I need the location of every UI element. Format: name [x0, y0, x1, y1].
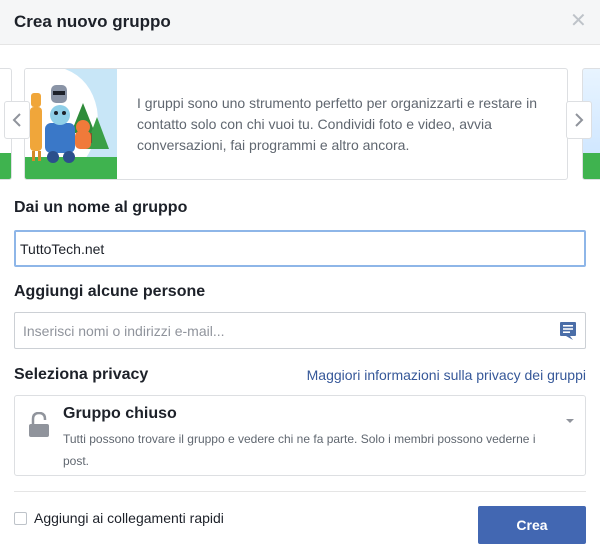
lock-icon [29, 412, 49, 437]
privacy-selected-title: Gruppo chiuso [63, 405, 177, 422]
dialog-title: Crea nuovo gruppo [14, 12, 171, 31]
add-people-label: Aggiungi alcune persone [14, 283, 206, 300]
chevron-down-icon[interactable] [565, 416, 575, 426]
privacy-info-link[interactable]: Maggiori informazioni sulla privacy dei … [307, 367, 586, 383]
carousel-description: I gruppi sono uno strumento perfetto per… [137, 95, 537, 153]
add-people-field[interactable] [14, 312, 586, 349]
carousel-card: I gruppi sono uno strumento perfetto per… [24, 68, 568, 180]
group-name-input[interactable] [14, 230, 586, 267]
shortcut-checkbox[interactable] [14, 511, 27, 525]
footer-divider [14, 491, 586, 492]
chevron-right-icon[interactable] [566, 101, 592, 139]
chevron-left-icon[interactable] [4, 101, 30, 139]
shortcut-option[interactable]: Aggiungi ai collegamenti rapidi [14, 510, 224, 526]
contact-list-icon[interactable] [559, 321, 577, 341]
add-people-input[interactable] [23, 321, 543, 341]
create-button[interactable]: Crea [478, 506, 586, 544]
group-illustration [25, 69, 117, 179]
shortcut-label: Aggiungi ai collegamenti rapidi [34, 510, 224, 526]
privacy-selector[interactable]: Gruppo chiuso Tutti possono trovare il g… [14, 395, 586, 476]
privacy-label: Seleziona privacy [14, 366, 149, 383]
privacy-selected-description: Tutti possono trovare il gruppo e vedere… [63, 432, 536, 468]
close-icon[interactable]: ✕ [570, 11, 587, 31]
dialog-header: Crea nuovo gruppo ✕ [0, 0, 600, 45]
intro-carousel: I gruppi sono uno strumento perfetto per… [0, 68, 600, 180]
group-name-label: Dai un nome al gruppo [14, 199, 188, 216]
